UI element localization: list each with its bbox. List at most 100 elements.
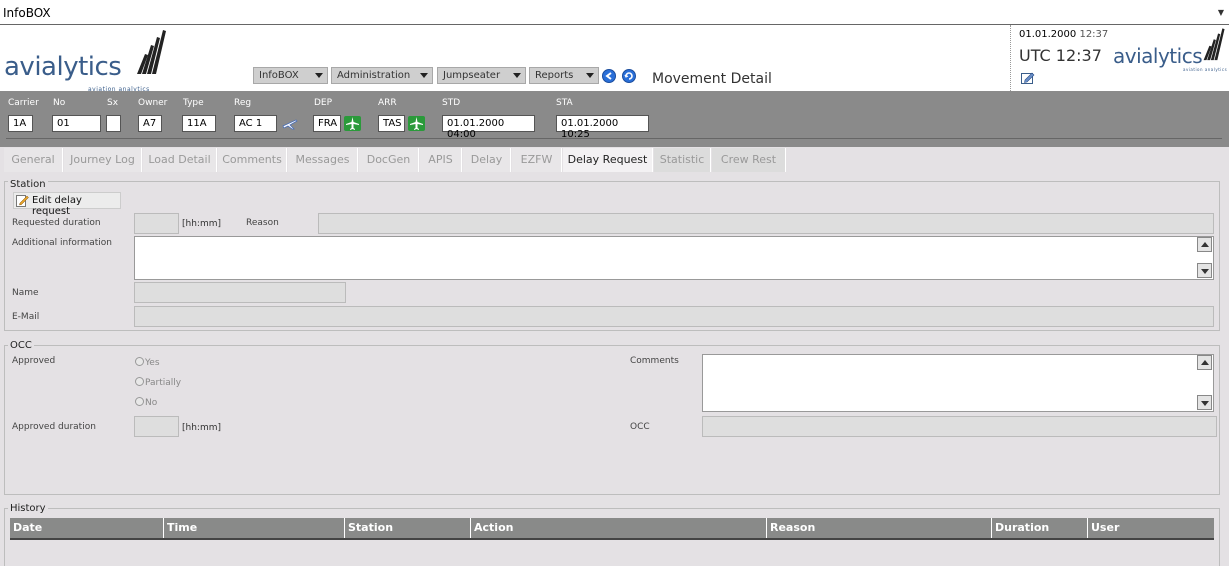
radio-dot <box>135 357 144 366</box>
tab-delay-request[interactable]: Delay Request <box>563 148 653 172</box>
approved-yes-label: Yes <box>145 358 160 368</box>
occ-user-input[interactable] <box>702 416 1217 437</box>
tab-bar: General Journey Log Load Detail Comments… <box>0 147 1229 172</box>
tab-general[interactable]: General <box>4 148 63 172</box>
brand-wordmark: avialytics <box>4 52 122 82</box>
flight-info-bar: Carrier No Sx Owner Type Reg DEP ARR STD… <box>0 91 1229 147</box>
aircraft-icon[interactable] <box>282 117 298 131</box>
approved-no-label: No <box>145 398 158 408</box>
approved-label: Approved <box>12 356 56 366</box>
menu-administration-label: Administration <box>337 70 411 81</box>
menu-reports[interactable]: Reports <box>529 67 599 84</box>
station-legend: Station <box>8 179 48 190</box>
utc-time: UTC 12:37 <box>1019 46 1102 65</box>
dep-value: FRA <box>313 115 341 132</box>
window-titlebar: InfoBOX ▼ <box>0 0 1229 25</box>
occ-user-label: OCC <box>630 422 650 432</box>
additional-information-label: Additional information <box>12 238 112 248</box>
type-label: Type <box>183 98 204 108</box>
occ-comments-label: Comments <box>630 356 679 366</box>
brand-logo: avialytics aviation analytics <box>4 30 244 93</box>
requested-duration-input[interactable] <box>134 213 179 234</box>
owner-value: A7 <box>138 115 162 132</box>
approved-partially-label: Partially <box>145 378 182 388</box>
column-date[interactable]: Date <box>10 518 163 538</box>
tab-crew-rest[interactable]: Crew Rest <box>712 148 786 172</box>
departure-airport-icon[interactable] <box>344 116 361 131</box>
page-title: Movement Detail <box>652 71 772 87</box>
brand-tagline: aviation analytics <box>1183 67 1228 72</box>
clock-date: 01.01.2000 <box>1019 29 1077 40</box>
reg-label: Reg <box>234 98 252 108</box>
menu-administration[interactable]: Administration <box>331 67 433 84</box>
approved-duration-input[interactable] <box>134 416 179 437</box>
tab-apis[interactable]: APIS <box>420 148 462 172</box>
logo-stripes-icon <box>1203 28 1225 61</box>
divider <box>6 138 1222 139</box>
scroll-up-button[interactable] <box>1197 355 1212 370</box>
sx-label: Sx <box>107 98 119 108</box>
dropdown-arrow-icon <box>586 73 594 78</box>
edit-note-icon[interactable] <box>1021 71 1035 84</box>
tab-journey-log[interactable]: Journey Log <box>64 148 142 172</box>
requested-duration-label: Requested duration <box>12 218 101 228</box>
radio-dot <box>135 397 144 406</box>
tab-docgen[interactable]: DocGen <box>359 148 419 172</box>
carrier-value: 1A <box>8 115 33 132</box>
tab-ezfw[interactable]: EZFW <box>512 148 562 172</box>
additional-information-textarea[interactable] <box>134 236 1214 280</box>
tab-comments[interactable]: Comments <box>218 148 287 172</box>
window-menu-chevron-icon[interactable]: ▼ <box>1218 8 1224 17</box>
scroll-down-button[interactable] <box>1197 263 1212 278</box>
dropdown-arrow-icon <box>513 73 521 78</box>
clock-time: 12:37 <box>1079 29 1109 40</box>
occ-comments-textarea[interactable] <box>702 354 1214 412</box>
std-value: 01.01.2000 04:00 <box>442 115 535 140</box>
clock-panel: 01.01.2000 12:37 UTC 12:37 avialytics av… <box>1010 25 1229 91</box>
edit-delay-request-button[interactable]: Edit delay request <box>13 192 121 217</box>
email-input[interactable] <box>134 306 1214 327</box>
owner-label: Owner <box>138 98 168 108</box>
email-label: E-Mail <box>12 312 40 322</box>
approved-duration-label: Approved duration <box>12 422 96 432</box>
approved-no-radio[interactable]: No <box>135 397 157 408</box>
arrival-airport-icon[interactable] <box>408 116 425 131</box>
refresh-icon[interactable] <box>622 69 636 83</box>
back-arrow-icon[interactable] <box>602 69 616 83</box>
tab-delay[interactable]: Delay <box>463 148 511 172</box>
no-value: 01 <box>52 115 101 132</box>
dep-label: DEP <box>314 98 333 108</box>
column-reason[interactable]: Reason <box>766 518 991 538</box>
menu-infobox[interactable]: InfoBOX <box>253 67 328 84</box>
tab-load-detail[interactable]: Load Detail <box>143 148 217 172</box>
brand-wordmark: avialytics <box>1113 44 1203 68</box>
arr-label: ARR <box>378 98 397 108</box>
approved-yes-radio[interactable]: Yes <box>135 357 160 368</box>
name-input[interactable] <box>134 282 346 303</box>
scroll-down-button[interactable] <box>1197 395 1212 410</box>
column-action[interactable]: Action <box>470 518 766 538</box>
tab-statistic[interactable]: Statistic <box>654 148 711 172</box>
requested-duration-unit: [hh:mm] <box>182 219 221 229</box>
radio-dot <box>135 377 144 386</box>
reg-value[interactable]: AC 1 <box>234 115 277 132</box>
sx-value <box>106 115 121 132</box>
type-value: 11A <box>182 115 216 132</box>
column-time[interactable]: Time <box>163 518 344 538</box>
approved-partially-radio[interactable]: Partially <box>135 377 181 388</box>
window-title: InfoBOX <box>3 6 51 20</box>
std-label: STD <box>442 98 461 108</box>
column-station[interactable]: Station <box>344 518 470 538</box>
dropdown-arrow-icon <box>420 73 428 78</box>
menu-infobox-label: InfoBOX <box>259 70 299 81</box>
no-label: No <box>53 98 66 108</box>
menu-jumpseater[interactable]: Jumpseater <box>437 67 526 84</box>
edit-pencil-icon <box>16 195 29 207</box>
sta-value: 01.01.2000 10:25 <box>556 115 649 140</box>
column-user[interactable]: User <box>1087 518 1214 538</box>
reason-input[interactable] <box>318 213 1214 234</box>
column-duration[interactable]: Duration <box>991 518 1087 538</box>
scroll-up-button[interactable] <box>1197 237 1212 252</box>
sta-label: STA <box>556 98 573 108</box>
tab-messages[interactable]: Messages <box>288 148 358 172</box>
